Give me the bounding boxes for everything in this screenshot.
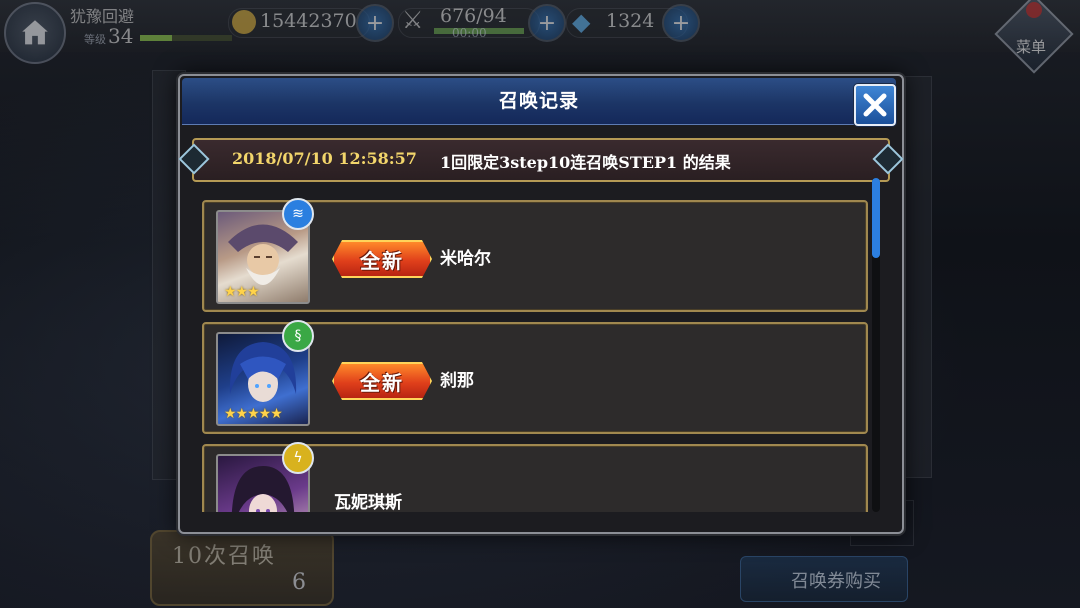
ten-summon-label: 10次召唤	[172, 544, 276, 569]
home-icon	[22, 20, 48, 45]
result-row[interactable]: ϟ 瓦妮琪斯	[202, 442, 868, 512]
background-panel-right	[900, 76, 932, 478]
menu-button[interactable]: 菜单	[994, 0, 1074, 74]
gem-value: 1324	[606, 10, 655, 32]
modal-title: 召唤记录	[498, 90, 579, 112]
plus-icon: +	[365, 10, 385, 36]
character-name: 米哈尔	[440, 249, 491, 269]
water-element-icon: ≋	[282, 198, 314, 230]
result-banner: 2018/07/10 12:58:57 1回限定3step10连召唤STEP1 …	[192, 138, 890, 182]
character-name: 瓦妮琪斯	[334, 493, 402, 512]
close-x-icon	[863, 93, 887, 117]
menu-label: 菜单	[1016, 38, 1047, 56]
level-progress-bar	[140, 35, 232, 41]
modal-header: 召唤记录	[182, 78, 896, 126]
list-scrollbar[interactable]	[872, 178, 880, 512]
result-list[interactable]: ★★★ ≋ 全新 米哈尔 ★★★★★ § 全新 刹那 ϟ 瓦妮琪斯	[202, 184, 876, 512]
home-button[interactable]	[4, 2, 66, 64]
new-badge: 全新	[332, 362, 432, 400]
add-stamina-button[interactable]: +	[528, 4, 566, 42]
level-label: 等级	[84, 33, 106, 46]
gold-value: 15442370	[260, 10, 357, 32]
ticket-purchase-label: 召唤券购买	[791, 571, 881, 592]
stamina-timer: 00:00	[452, 26, 487, 40]
plus-icon: +	[537, 10, 557, 36]
crossed-swords-icon: ⚔	[402, 6, 424, 34]
lightning-element-icon: ϟ	[282, 442, 314, 474]
summon-record-modal: 召唤记录 2018/07/10 12:58:57 1回限定3step10连召唤S…	[178, 74, 904, 534]
close-button[interactable]	[854, 84, 896, 126]
notification-badge	[1026, 2, 1042, 18]
scrollbar-thumb[interactable]	[872, 178, 880, 258]
rarity-stars: ★★★★★	[224, 406, 283, 422]
ticket-purchase-button[interactable]: 召唤券购买	[740, 556, 908, 602]
character-name: 刹那	[440, 371, 474, 391]
level-value: 34	[108, 24, 134, 48]
new-badge: 全新	[332, 240, 432, 278]
ten-summon-count: 6	[292, 570, 306, 595]
result-timestamp: 2018/07/10 12:58:57	[232, 149, 417, 168]
result-row[interactable]: ★★★ ≋ 全新 米哈尔	[202, 198, 868, 312]
ten-summon-button[interactable]: 10次召唤 6	[150, 530, 334, 606]
plus-icon: +	[671, 10, 691, 36]
stamina-value: 676/94	[440, 5, 507, 27]
rarity-stars: ★★★	[224, 284, 260, 300]
add-gem-button[interactable]: +	[662, 4, 700, 42]
new-badge-label: 全新	[360, 370, 404, 395]
result-description: 1回限定3step10连召唤STEP1 的结果	[440, 153, 731, 172]
result-row[interactable]: ★★★★★ § 全新 刹那	[202, 320, 868, 434]
coin-icon	[232, 10, 256, 34]
wind-element-icon: §	[282, 320, 314, 352]
new-badge-label: 全新	[360, 248, 404, 273]
add-gold-button[interactable]: +	[356, 4, 394, 42]
gem-icon: ◆	[572, 8, 591, 36]
